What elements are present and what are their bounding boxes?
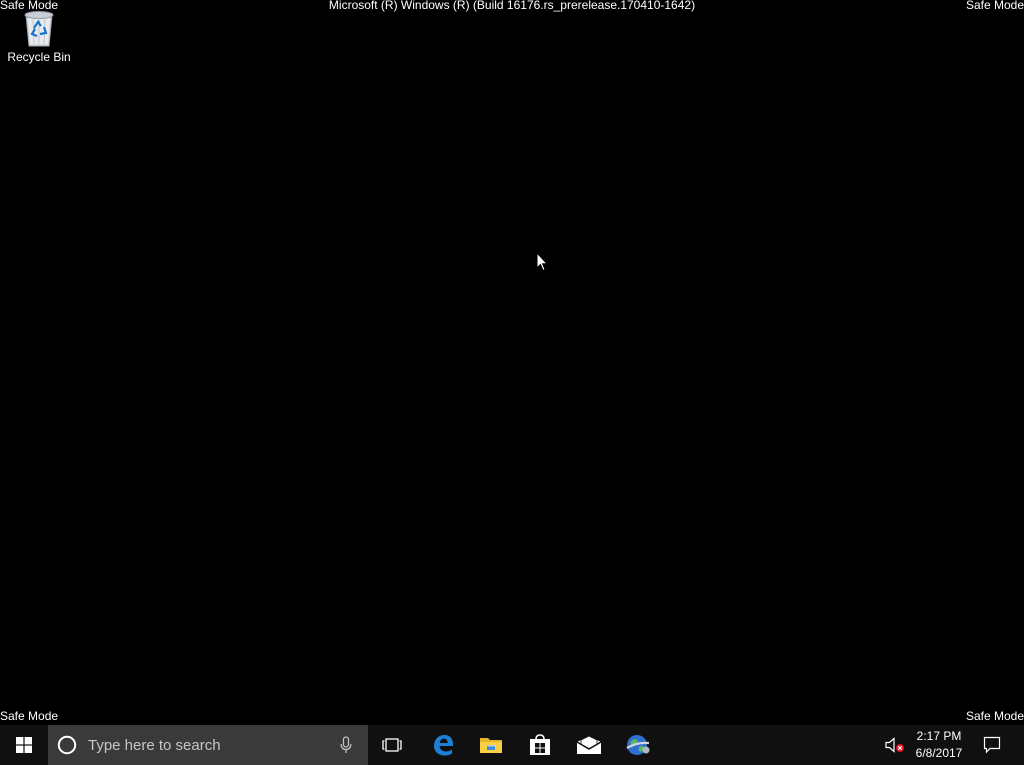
- desktop-icon-recycle-bin[interactable]: Recycle Bin: [4, 6, 74, 72]
- action-center-button[interactable]: [972, 725, 1012, 765]
- file-explorer-icon: [480, 738, 502, 753]
- search-box[interactable]: Type here to search: [48, 725, 368, 765]
- edge-browser-button[interactable]: [419, 725, 467, 765]
- clock-date: 6/8/2017: [915, 746, 963, 760]
- safe-mode-label-bottom-right: Safe Mode: [965, 709, 1024, 723]
- mail-button[interactable]: [565, 725, 613, 765]
- store-button[interactable]: [516, 725, 564, 765]
- mail-icon: [576, 735, 602, 754]
- build-info-title: Microsoft (R) Windows (R) (Build 16176.r…: [328, 0, 696, 12]
- store-icon: [530, 734, 550, 755]
- search-placeholder: Type here to search: [88, 737, 221, 754]
- volume-muted-icon: [885, 737, 904, 753]
- safe-mode-label-bottom-left: Safe Mode: [0, 709, 59, 723]
- windows-logo-icon: [16, 737, 32, 753]
- action-center-icon: [983, 736, 1001, 754]
- file-explorer-button[interactable]: [467, 725, 515, 765]
- recycle-bin-icon: [24, 11, 54, 47]
- recycle-bin-label: Recycle Bin: [7, 50, 71, 64]
- globe-app-icon: [626, 735, 650, 755]
- clock[interactable]: 2:17 PM 6/8/2017: [912, 725, 966, 765]
- mouse-cursor: [536, 251, 549, 277]
- taskbar: Type here to search 2:17 PM 6/8/2017: [0, 725, 1024, 765]
- task-view-icon: [382, 738, 402, 752]
- cortana-circle-icon: [57, 735, 77, 755]
- arrow-cursor-icon: [536, 251, 549, 272]
- globe-app-button[interactable]: [614, 725, 662, 765]
- edge-icon: [434, 735, 453, 756]
- safe-mode-label-top-right: Safe Mode: [965, 0, 1024, 12]
- task-view-button[interactable]: [368, 725, 416, 765]
- start-button[interactable]: [0, 725, 48, 765]
- clock-time: 2:17 PM: [916, 729, 962, 743]
- volume-button[interactable]: [880, 725, 910, 765]
- microphone-icon[interactable]: [340, 736, 352, 754]
